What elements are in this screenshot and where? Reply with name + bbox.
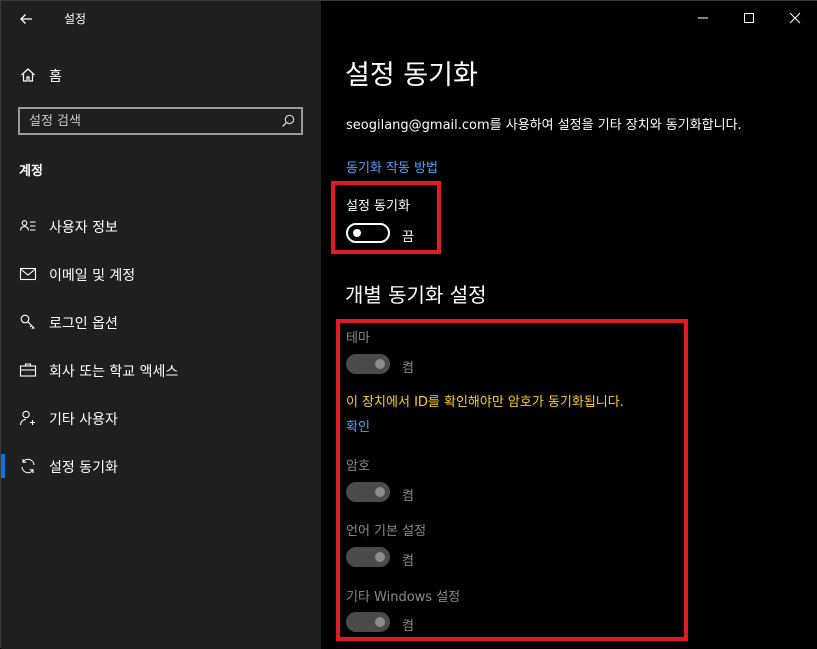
sync-description: seogilang@gmail.com를 사용하여 설정을 기타 장치와 동기화… xyxy=(346,118,742,133)
person-add-icon xyxy=(19,410,35,426)
password-warning: 이 장치에서 ID를 확인해야만 암호가 동기화됩니다. xyxy=(346,395,624,410)
individual-sync-heading: 개별 동기화 설정 xyxy=(345,283,487,307)
sidebar-item-label: 로그인 옵션 xyxy=(49,316,118,332)
minimize-button[interactable] xyxy=(680,1,726,35)
close-button[interactable] xyxy=(772,1,817,35)
sidebar-item-label: 회사 또는 학교 액세스 xyxy=(49,364,179,380)
close-icon xyxy=(789,12,801,24)
sync-setting-label: 설정 동기화 xyxy=(346,199,410,214)
nav-home[interactable]: 홈 xyxy=(1,59,321,91)
password-toggle[interactable] xyxy=(346,482,390,502)
toggle-knob xyxy=(375,552,385,562)
back-button[interactable] xyxy=(15,9,37,29)
sidebar-item-label: 기타 사용자 xyxy=(49,412,118,428)
sidebar-item-label: 사용자 정보 xyxy=(49,220,118,236)
toggle-knob xyxy=(375,487,385,497)
how-sync-works-link[interactable]: 동기화 작동 방법 xyxy=(346,157,438,176)
search-input[interactable] xyxy=(20,109,270,133)
language-state: 켬 xyxy=(402,554,414,569)
toggle-knob xyxy=(375,617,385,627)
theme-label: 테마 xyxy=(346,331,370,346)
other-windows-state: 켬 xyxy=(402,619,414,634)
theme-state: 켬 xyxy=(402,361,414,376)
window-controls xyxy=(680,1,817,35)
sync-setting-state: 끔 xyxy=(402,230,414,245)
sidebar-item-label: 이메일 및 계정 xyxy=(49,268,136,284)
maximize-icon xyxy=(744,13,754,23)
sync-settings-toggle[interactable] xyxy=(346,223,390,243)
verify-link[interactable]: 확인 xyxy=(346,416,370,435)
main-content: 설정 동기화 seogilang@gmail.com를 사용하여 설정을 기타 … xyxy=(321,1,817,649)
theme-toggle[interactable] xyxy=(346,354,390,374)
password-state: 켬 xyxy=(402,489,414,504)
sync-icon xyxy=(21,458,35,474)
sidebar-item-user-info[interactable]: 사용자 정보 xyxy=(1,206,321,246)
sidebar-item-work-school[interactable]: 회사 또는 학교 액세스 xyxy=(1,350,321,390)
other-windows-toggle[interactable] xyxy=(346,612,390,632)
active-indicator xyxy=(1,454,5,478)
sidebar-item-label: 설정 동기화 xyxy=(49,460,118,476)
user-card-icon xyxy=(19,220,36,231)
minimize-icon xyxy=(698,17,708,19)
titlebar-left: 설정 xyxy=(1,1,321,37)
sidebar-item-other-users[interactable]: 기타 사용자 xyxy=(1,398,321,438)
settings-window: 설정 홈 계정 사용자 정보 xyxy=(0,0,817,649)
sync-setting-highlight xyxy=(331,181,441,254)
language-toggle[interactable] xyxy=(346,547,390,567)
maximize-button[interactable] xyxy=(726,1,772,35)
section-title: 계정 xyxy=(19,164,43,179)
other-windows-label: 기타 Windows 설정 xyxy=(346,590,461,605)
sidebar: 설정 홈 계정 사용자 정보 xyxy=(1,1,321,649)
search-box[interactable] xyxy=(18,107,303,135)
nav-home-label: 홈 xyxy=(49,69,62,85)
key-icon xyxy=(20,314,35,330)
search-icon[interactable] xyxy=(280,113,296,129)
page-title: 설정 동기화 xyxy=(345,60,478,91)
sidebar-item-sign-in-options[interactable]: 로그인 옵션 xyxy=(1,302,321,342)
language-label: 언어 기본 설정 xyxy=(346,524,427,539)
window-title: 설정 xyxy=(64,12,87,26)
back-arrow-icon xyxy=(20,14,32,24)
sidebar-item-email-accounts[interactable]: 이메일 및 계정 xyxy=(1,254,321,294)
briefcase-icon xyxy=(19,363,37,377)
mail-icon xyxy=(19,267,37,281)
home-icon xyxy=(21,68,35,82)
password-label: 암호 xyxy=(346,459,370,474)
toggle-knob xyxy=(375,359,385,369)
sidebar-item-sync-settings[interactable]: 설정 동기화 xyxy=(1,446,321,486)
toggle-knob xyxy=(353,229,361,237)
